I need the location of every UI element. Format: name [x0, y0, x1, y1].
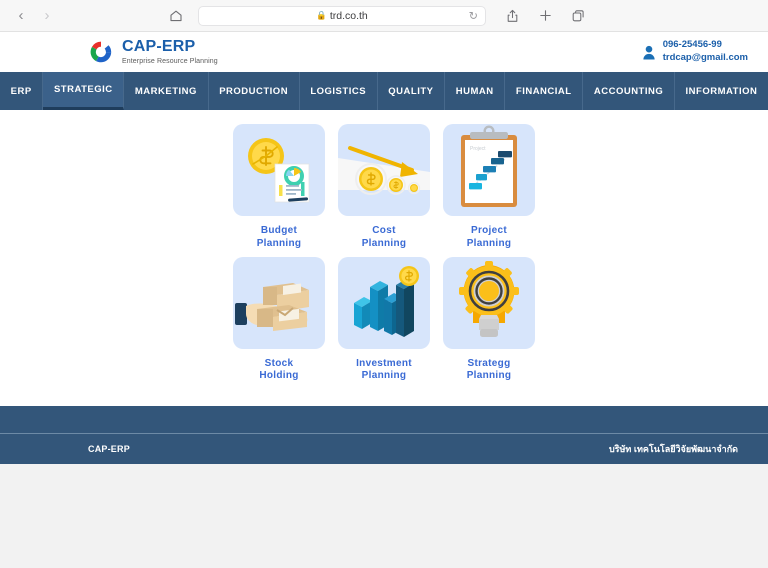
contact-info: 096-25456-99 trdcap@gmail.com — [642, 39, 748, 65]
footer-company-name: บริษัท เทคโนโลยีวิจัยพัฒนาจำกัด — [608, 444, 738, 454]
tile-thumb — [233, 124, 325, 216]
brand-title: CAP-ERP — [122, 38, 196, 55]
site-header: CAP-ERP Enterprise Resource Planning 096… — [0, 32, 768, 72]
tile-label-line2: Holding — [259, 370, 299, 382]
nav-item-marketing[interactable]: MARKETING — [124, 72, 209, 110]
cap-erp-logo-icon — [90, 41, 112, 63]
nav-item-human[interactable]: HUMAN — [445, 72, 506, 110]
chrome-actions — [500, 4, 590, 28]
nav-item-erp[interactable]: ERP — [0, 72, 44, 110]
tile-label: Strategg Planning — [467, 358, 512, 384]
page-background-rest — [0, 464, 768, 567]
page-body: CAP-ERP Enterprise Resource Planning 096… — [0, 32, 768, 464]
nav-item-logistics[interactable]: LOGISTICS — [299, 72, 378, 110]
reload-icon[interactable]: ↻ — [469, 9, 478, 22]
tabs-icon[interactable] — [566, 4, 590, 28]
home-icon[interactable] — [164, 4, 188, 28]
nav-item-accounting[interactable]: ACCOUNTING — [583, 72, 675, 110]
tile-strategg-planning[interactable]: Strategg Planning — [443, 256, 535, 384]
tile-label: Project Planning — [467, 225, 512, 251]
tile-label-line1: Cost — [372, 225, 396, 236]
browser-toolbar: ‹ › 🔒 trd.co.th ↻ — [0, 0, 768, 32]
tile-label-line2: Planning — [466, 237, 512, 249]
lock-icon: 🔒 — [316, 10, 327, 20]
tile-label-line2: Planning — [256, 237, 302, 249]
module-tile-area: Budget Planning Cost Planning Project Pr… — [0, 110, 768, 406]
tile-label-line1: Strategg — [467, 357, 511, 369]
nav-item-financial[interactable]: FINANCIAL — [505, 72, 584, 110]
nav-item-strategic[interactable]: STRATEGIC — [43, 72, 125, 110]
tile-label-line2: Planning — [466, 370, 512, 382]
url-text: trd.co.th — [329, 9, 368, 22]
tile-thumb — [443, 256, 535, 349]
tile-label-line2: Planning — [361, 237, 407, 249]
tile-cost-planning[interactable]: Cost Planning — [338, 124, 430, 251]
main-navigation: ERP STRATEGIC MARKETING PRODUCTION LOGIS… — [0, 72, 768, 110]
clipboard-gantt-icon: Project — [461, 125, 517, 207]
forward-button[interactable]: › — [36, 5, 58, 27]
hand-holding-boxes-icon — [235, 282, 309, 331]
url-text-wrap: 🔒 trd.co.th — [316, 10, 368, 22]
tile-label-line1: Budget — [260, 225, 298, 236]
tile-budget-planning[interactable]: Budget Planning — [233, 124, 325, 251]
tile-investment-planning[interactable]: Investment Planning — [338, 256, 430, 384]
nav-item-quality[interactable]: QUALITY — [377, 72, 446, 110]
tile-label-line1: Investment — [356, 357, 412, 369]
coin-chart-document-icon — [248, 138, 310, 203]
module-tile-grid: Budget Planning Cost Planning Project Pr… — [230, 124, 538, 383]
svg-text:Project: Project — [470, 146, 486, 152]
new-tab-button[interactable] — [533, 4, 557, 28]
tile-project-planning[interactable]: Project Project Planning — [443, 124, 535, 251]
contact-phone[interactable]: 096-25456-99 — [663, 39, 748, 52]
brand-logo[interactable]: CAP-ERP Enterprise Resource Planning — [88, 39, 218, 65]
footer-bottom-bar: CAP-ERP บริษัท เทคโนโลยีวิจัยพัฒนาจำกัด — [0, 434, 768, 464]
tile-label: Investment Planning — [356, 358, 412, 384]
tile-thumb — [338, 256, 430, 349]
lightbulb-gear-icon — [459, 260, 519, 337]
tile-label: Stock Holding — [259, 358, 298, 384]
footer-brand: CAP-ERP — [88, 444, 130, 454]
tile-label-line1: Stock — [264, 357, 294, 369]
declining-arrow-coins-icon — [338, 146, 430, 195]
tile-thumb — [233, 256, 325, 349]
tile-label-line1: Project — [470, 225, 507, 236]
brand-subtitle: Enterprise Resource Planning — [122, 58, 218, 65]
address-bar[interactable]: 🔒 trd.co.th ↻ — [198, 5, 486, 26]
back-button[interactable]: ‹ — [10, 5, 32, 27]
tile-thumb — [338, 124, 430, 216]
share-icon[interactable] — [500, 4, 524, 28]
user-icon — [643, 45, 655, 59]
tile-stock-holding[interactable]: Stock Holding — [233, 256, 325, 384]
tile-label: Budget Planning — [257, 225, 302, 251]
bar-chart-coin-icon — [354, 265, 419, 337]
tile-thumb: Project — [443, 124, 535, 216]
nav-item-information[interactable]: INFORMATION — [674, 72, 768, 110]
tile-label-line2: Planning — [361, 370, 407, 382]
nav-item-production[interactable]: PRODUCTION — [208, 72, 300, 110]
contact-email[interactable]: trdcap@gmail.com — [663, 52, 748, 65]
footer-top-bar — [0, 406, 768, 434]
tile-label: Cost Planning — [362, 225, 407, 251]
